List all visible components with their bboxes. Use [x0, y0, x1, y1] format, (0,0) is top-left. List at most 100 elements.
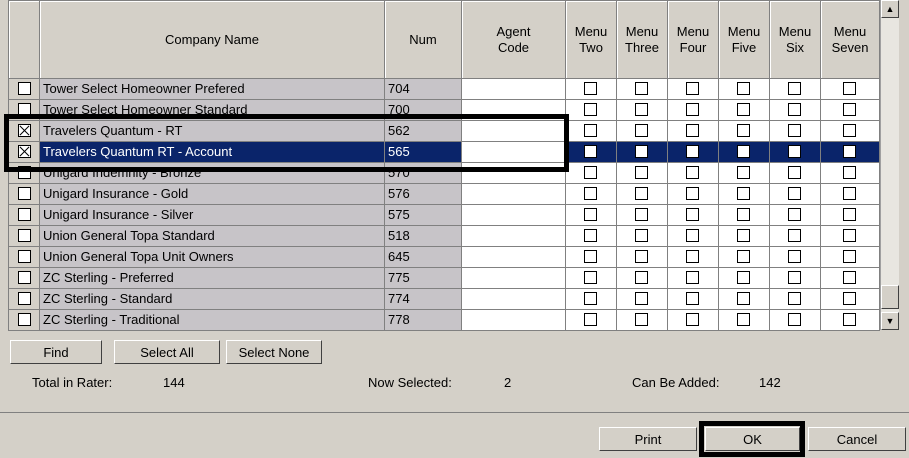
menu-cell[interactable] — [566, 205, 617, 226]
menu-cell[interactable] — [617, 268, 668, 289]
table-row[interactable]: Travelers Quantum RT - Account 565 — [9, 142, 880, 163]
menu-checkbox[interactable] — [686, 145, 699, 158]
row-select-checkbox[interactable] — [18, 250, 31, 263]
menu-cell[interactable] — [770, 247, 821, 268]
menu-cell[interactable] — [617, 184, 668, 205]
menu-cell[interactable] — [566, 121, 617, 142]
menu-checkbox[interactable] — [788, 313, 801, 326]
menu-checkbox[interactable] — [635, 229, 648, 242]
menu-checkbox[interactable] — [737, 103, 750, 116]
menu-cell[interactable] — [719, 184, 770, 205]
menu-checkbox[interactable] — [843, 292, 856, 305]
menu-cell[interactable] — [668, 289, 719, 310]
menu-cell[interactable] — [566, 163, 617, 184]
scroll-thumb[interactable] — [881, 285, 899, 309]
menu-checkbox[interactable] — [635, 187, 648, 200]
menu-checkbox[interactable] — [843, 82, 856, 95]
menu-cell[interactable] — [668, 268, 719, 289]
menu-cell[interactable] — [668, 226, 719, 247]
header-agent-code[interactable]: Agent Code — [462, 1, 566, 79]
agent-code-cell[interactable] — [462, 79, 566, 100]
menu-checkbox[interactable] — [788, 166, 801, 179]
menu-cell[interactable] — [719, 268, 770, 289]
menu-checkbox[interactable] — [686, 187, 699, 200]
menu-checkbox[interactable] — [843, 103, 856, 116]
menu-checkbox[interactable] — [843, 187, 856, 200]
menu-checkbox[interactable] — [788, 187, 801, 200]
menu-cell[interactable] — [770, 121, 821, 142]
menu-cell[interactable] — [770, 268, 821, 289]
menu-checkbox[interactable] — [635, 208, 648, 221]
row-select-checkbox[interactable] — [18, 82, 31, 95]
row-select-cell[interactable] — [9, 100, 40, 121]
menu-checkbox[interactable] — [788, 292, 801, 305]
num-cell[interactable]: 576 — [385, 184, 462, 205]
row-select-cell[interactable] — [9, 205, 40, 226]
company-name-cell[interactable]: Travelers Quantum - RT — [40, 121, 385, 142]
row-select-checkbox[interactable] — [18, 145, 31, 158]
scroll-down-icon[interactable]: ▼ — [881, 312, 899, 330]
menu-checkbox[interactable] — [737, 82, 750, 95]
table-row[interactable]: Tower Select Homeowner Standard 700 — [9, 100, 880, 121]
num-cell[interactable]: 518 — [385, 226, 462, 247]
num-cell[interactable]: 700 — [385, 100, 462, 121]
menu-checkbox[interactable] — [737, 145, 750, 158]
select-none-button[interactable]: Select None — [226, 340, 322, 364]
agent-code-cell[interactable] — [462, 226, 566, 247]
menu-cell[interactable] — [719, 226, 770, 247]
num-cell[interactable]: 562 — [385, 121, 462, 142]
table-row[interactable]: Unigard Insurance - Silver 575 — [9, 205, 880, 226]
menu-checkbox[interactable] — [843, 145, 856, 158]
num-cell[interactable]: 645 — [385, 247, 462, 268]
menu-checkbox[interactable] — [737, 292, 750, 305]
menu-cell[interactable] — [617, 100, 668, 121]
company-grid[interactable]: Company Name Num Agent Code Menu Two Men… — [8, 0, 880, 331]
company-name-cell[interactable]: Tower Select Homeowner Standard — [40, 100, 385, 121]
menu-checkbox[interactable] — [686, 166, 699, 179]
menu-cell[interactable] — [770, 226, 821, 247]
company-name-cell[interactable]: Unigard Indemnity - Bronze — [40, 163, 385, 184]
menu-cell[interactable] — [668, 184, 719, 205]
menu-cell[interactable] — [566, 184, 617, 205]
company-name-cell[interactable]: Travelers Quantum RT - Account — [40, 142, 385, 163]
header-menu-five[interactable]: Menu Five — [719, 1, 770, 79]
menu-checkbox[interactable] — [788, 103, 801, 116]
menu-cell[interactable] — [770, 100, 821, 121]
menu-cell[interactable] — [566, 310, 617, 331]
menu-checkbox[interactable] — [635, 124, 648, 137]
menu-cell[interactable] — [821, 310, 880, 331]
menu-cell[interactable] — [719, 247, 770, 268]
menu-checkbox[interactable] — [584, 271, 597, 284]
menu-checkbox[interactable] — [584, 229, 597, 242]
menu-checkbox[interactable] — [788, 124, 801, 137]
num-cell[interactable]: 570 — [385, 163, 462, 184]
menu-cell[interactable] — [719, 163, 770, 184]
menu-checkbox[interactable] — [686, 250, 699, 263]
row-select-cell[interactable] — [9, 142, 40, 163]
row-select-checkbox[interactable] — [18, 187, 31, 200]
menu-cell[interactable] — [617, 142, 668, 163]
menu-cell[interactable] — [770, 310, 821, 331]
table-row[interactable]: ZC Sterling - Traditional 778 — [9, 310, 880, 331]
menu-checkbox[interactable] — [584, 250, 597, 263]
menu-cell[interactable] — [770, 79, 821, 100]
menu-checkbox[interactable] — [635, 271, 648, 284]
table-row[interactable]: ZC Sterling - Preferred 775 — [9, 268, 880, 289]
row-select-cell[interactable] — [9, 289, 40, 310]
row-select-checkbox[interactable] — [18, 103, 31, 116]
menu-cell[interactable] — [821, 268, 880, 289]
header-menu-four[interactable]: Menu Four — [668, 1, 719, 79]
menu-cell[interactable] — [719, 79, 770, 100]
select-all-button[interactable]: Select All — [114, 340, 220, 364]
row-select-checkbox[interactable] — [18, 292, 31, 305]
table-row[interactable]: Travelers Quantum - RT 562 — [9, 121, 880, 142]
menu-checkbox[interactable] — [843, 208, 856, 221]
menu-cell[interactable] — [668, 205, 719, 226]
menu-checkbox[interactable] — [737, 313, 750, 326]
menu-cell[interactable] — [566, 142, 617, 163]
menu-checkbox[interactable] — [686, 313, 699, 326]
menu-checkbox[interactable] — [635, 103, 648, 116]
table-row[interactable]: Union General Topa Standard 518 — [9, 226, 880, 247]
num-cell[interactable]: 565 — [385, 142, 462, 163]
row-select-checkbox[interactable] — [18, 229, 31, 242]
